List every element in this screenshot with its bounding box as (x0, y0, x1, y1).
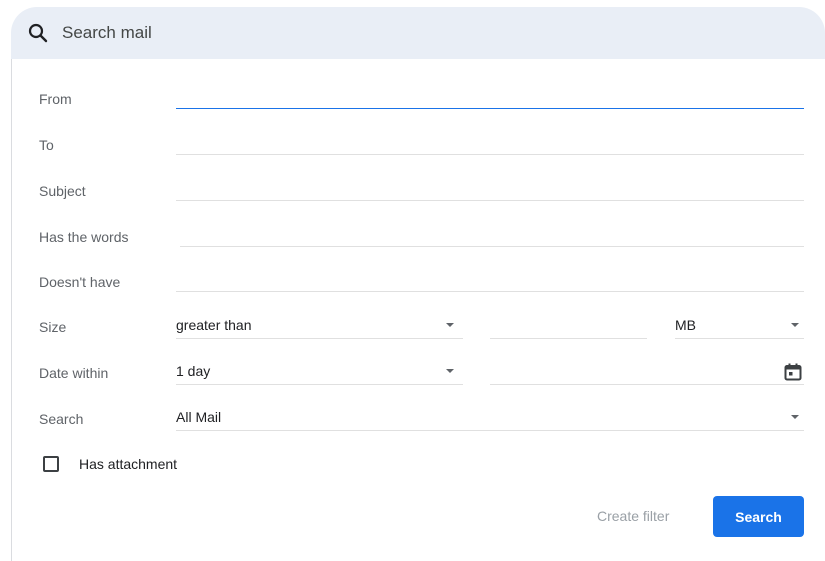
subject-field[interactable] (176, 175, 804, 201)
size-label: Size (39, 319, 67, 335)
search-in-value: All Mail (176, 409, 222, 425)
doesnt-have-label: Doesn't have (39, 274, 121, 290)
from-field[interactable] (176, 83, 804, 109)
size-value-input[interactable] (490, 311, 647, 339)
to-field[interactable] (176, 129, 804, 155)
search-button[interactable]: Search (713, 496, 804, 537)
date-within-value: 1 day (176, 363, 211, 379)
dropdown-arrow-icon (446, 323, 454, 327)
search-input[interactable]: Search mail (62, 21, 152, 45)
size-operator-select[interactable]: greater than (176, 311, 463, 339)
size-operator-value: greater than (176, 317, 252, 333)
date-within-label: Date within (39, 365, 109, 381)
has-attachment-checkbox[interactable] (43, 456, 59, 472)
dropdown-arrow-icon (791, 323, 799, 327)
create-filter-button[interactable]: Create filter (587, 506, 679, 526)
dropdown-arrow-icon (446, 369, 454, 373)
to-label: To (39, 137, 54, 153)
search-in-select[interactable]: All Mail (176, 403, 804, 431)
search-icon[interactable] (27, 22, 49, 44)
calendar-icon[interactable] (784, 363, 802, 381)
has-words-label: Has the words (39, 229, 129, 245)
subject-label: Subject (39, 183, 86, 199)
date-input[interactable] (490, 357, 804, 385)
has-words-field[interactable] (180, 221, 804, 247)
search-in-label: Search (39, 411, 84, 427)
has-attachment-label[interactable]: Has attachment (79, 455, 177, 473)
dropdown-arrow-icon (791, 415, 799, 419)
size-unit-value: MB (675, 317, 696, 333)
size-unit-select[interactable]: MB (675, 311, 804, 339)
from-label: From (39, 91, 72, 107)
doesnt-have-field[interactable] (176, 266, 804, 292)
date-within-select[interactable]: 1 day (176, 357, 463, 385)
search-bar[interactable]: Search mail (11, 7, 825, 59)
